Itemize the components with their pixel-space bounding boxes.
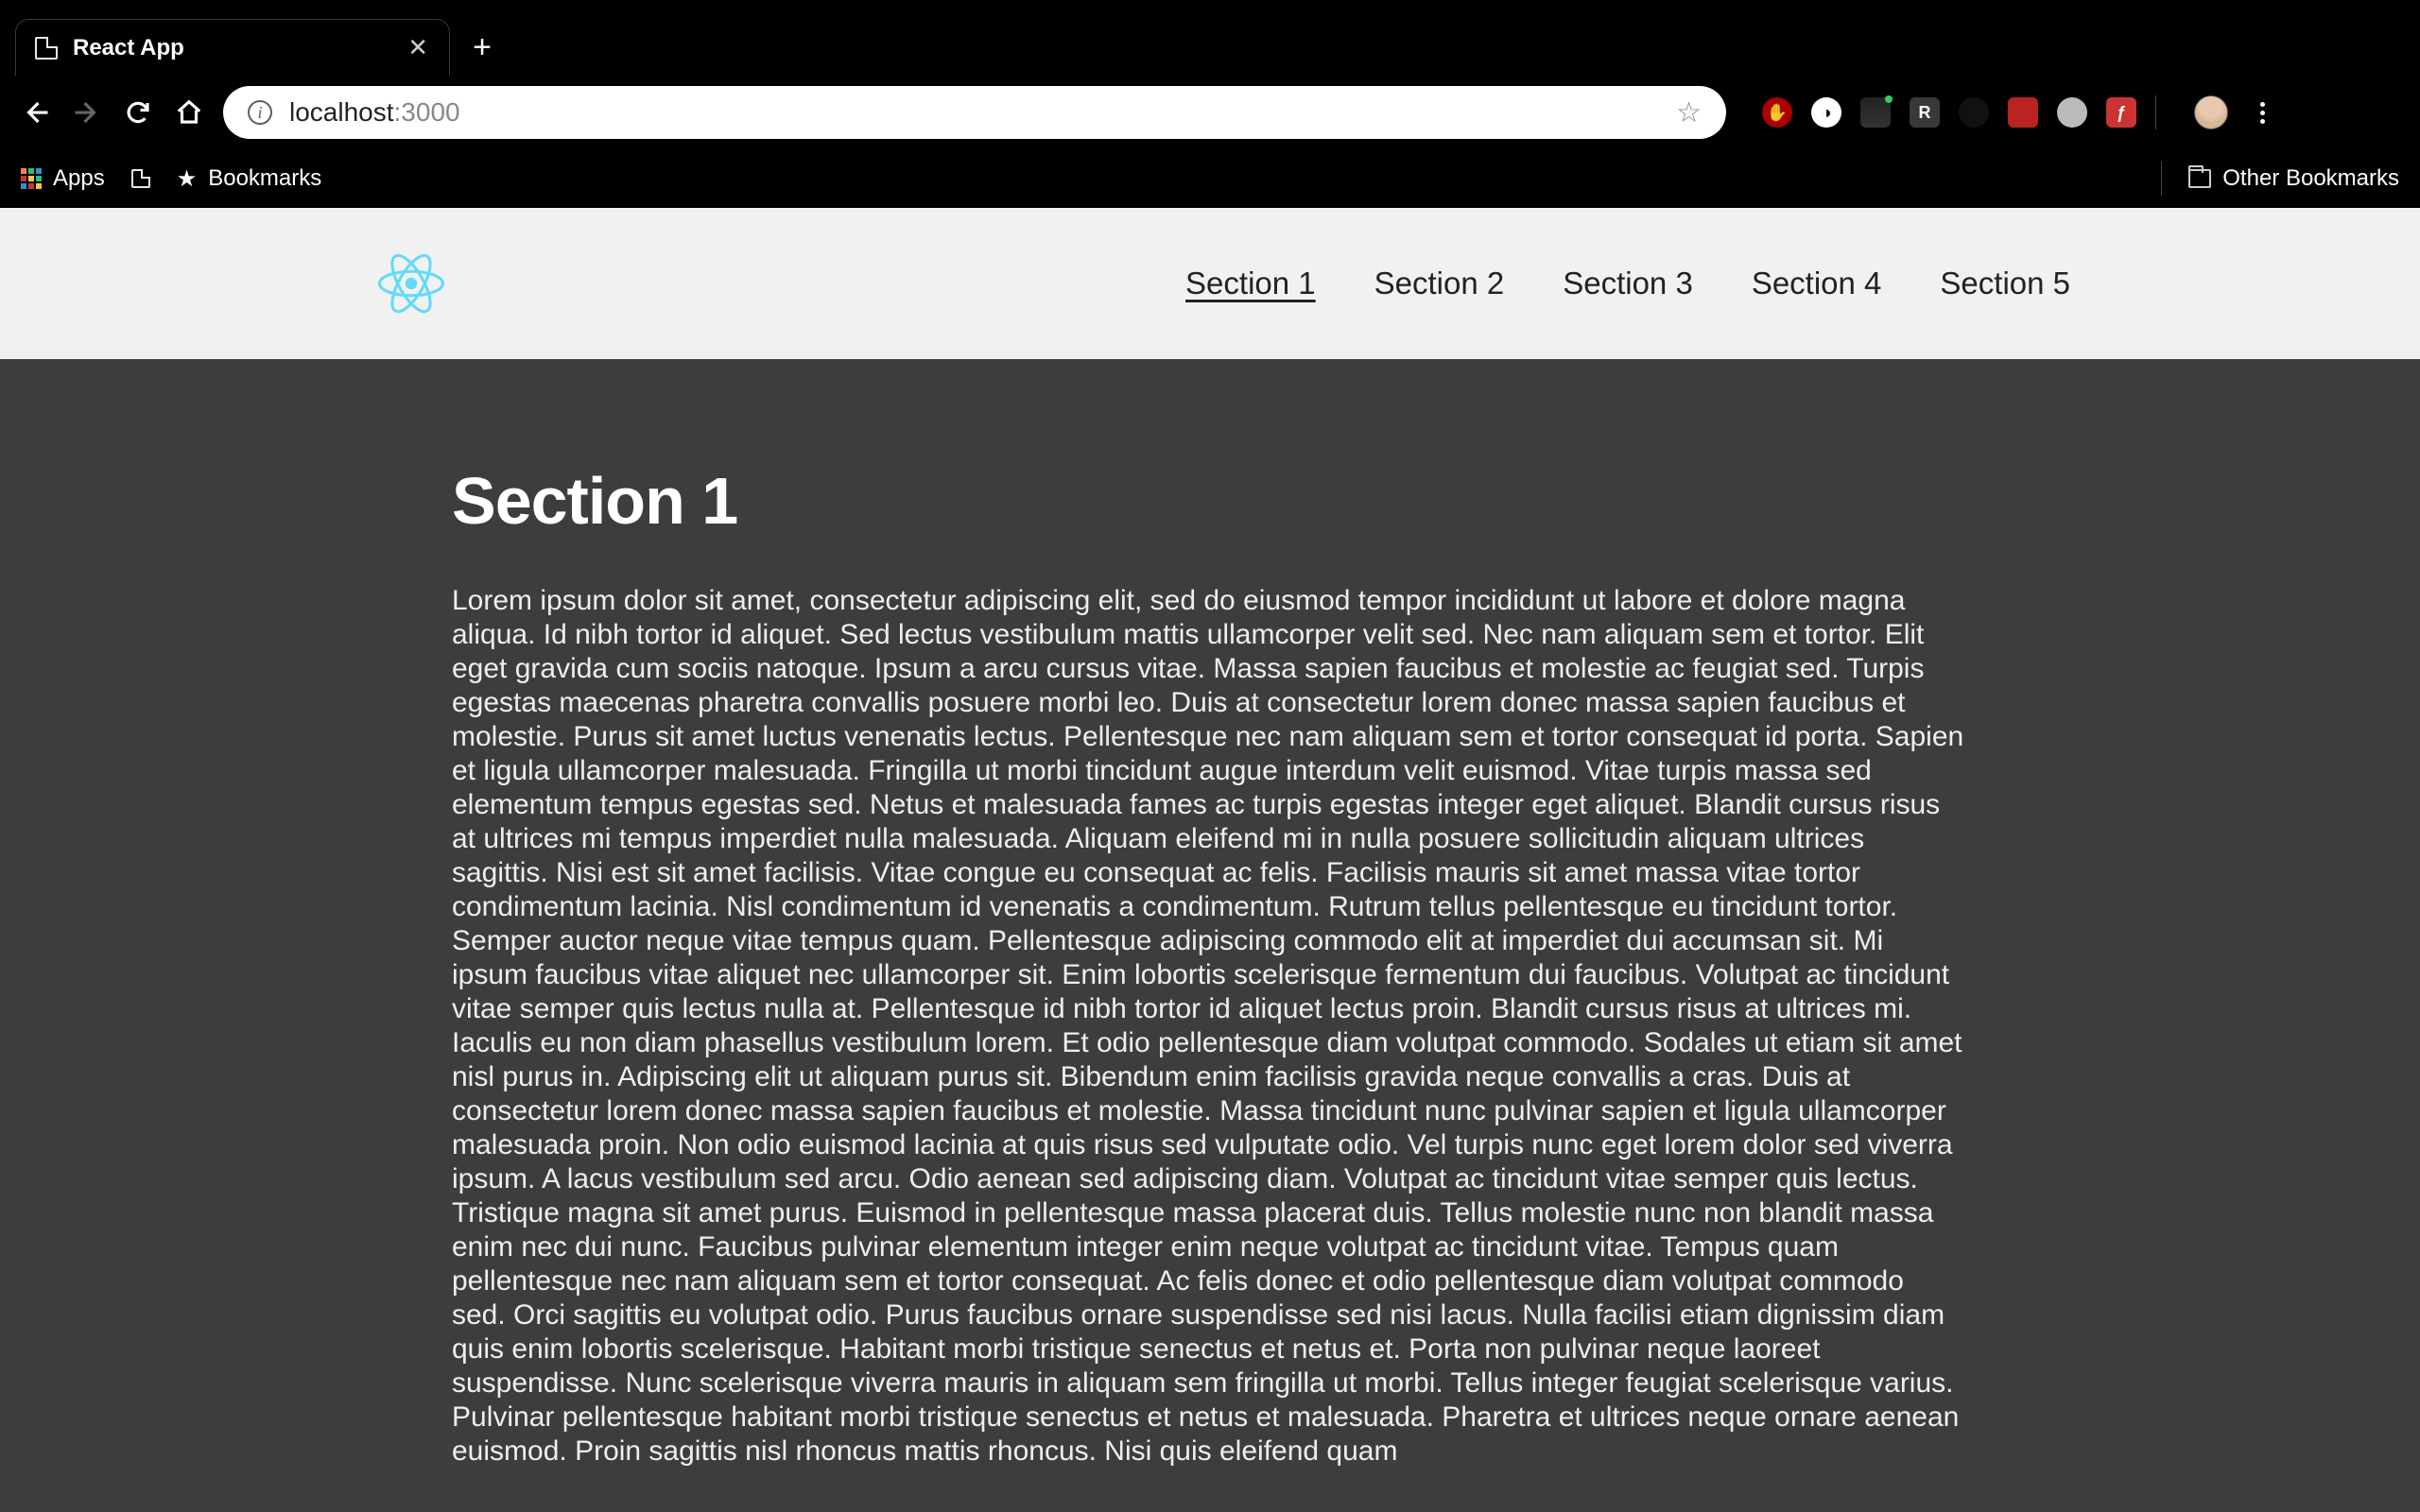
home-icon bbox=[175, 98, 203, 127]
other-bookmarks[interactable]: Other Bookmarks bbox=[2188, 165, 2399, 192]
nav-link-section-4[interactable]: Section 4 bbox=[1752, 266, 1882, 301]
reload-icon bbox=[124, 98, 152, 127]
close-tab-button[interactable]: ✕ bbox=[407, 33, 428, 62]
folder-icon bbox=[2188, 169, 2211, 188]
reload-button[interactable] bbox=[121, 95, 155, 129]
section-body: Lorem ipsum dolor sit amet, consectetur … bbox=[452, 584, 1964, 1469]
bookmarks-bar: Apps ★ Bookmarks Other Bookmarks bbox=[0, 149, 2420, 208]
nav-link-section-2[interactable]: Section 2 bbox=[1374, 266, 1505, 301]
extension-icon[interactable] bbox=[1959, 97, 1989, 128]
site-navbar: Section 1 Section 2 Section 3 Section 4 … bbox=[0, 208, 2420, 359]
apps-shortcut[interactable]: Apps bbox=[21, 165, 105, 192]
section-heading: Section 1 bbox=[452, 463, 1964, 539]
browser-tab[interactable]: React App ✕ bbox=[15, 19, 450, 76]
star-icon: ★ bbox=[177, 165, 198, 193]
react-logo[interactable] bbox=[378, 250, 444, 317]
bookmark-item[interactable] bbox=[131, 169, 150, 188]
page-content: Section 1 Lorem ipsum dolor sit amet, co… bbox=[0, 359, 2420, 1512]
url-text: localhost:3000 bbox=[289, 97, 1659, 128]
tab-title: React App bbox=[73, 35, 392, 61]
apps-icon bbox=[21, 168, 42, 189]
back-button[interactable] bbox=[19, 95, 53, 129]
browser-toolbar: i localhost:3000 ☆ ✋ ◑ R ƒ bbox=[0, 76, 2420, 149]
bookmarks-folder[interactable]: ★ Bookmarks bbox=[177, 165, 322, 193]
nav-link-section-5[interactable]: Section 5 bbox=[1940, 266, 2070, 301]
profile-avatar[interactable] bbox=[2194, 95, 2228, 129]
extension-icon[interactable] bbox=[2008, 97, 2038, 128]
extension-icon[interactable]: ƒ bbox=[2106, 97, 2136, 128]
extension-icon[interactable] bbox=[1860, 97, 1891, 128]
bookmarks-label: Bookmarks bbox=[208, 165, 321, 192]
extension-icon[interactable]: R bbox=[1910, 97, 1940, 128]
browser-menu-button[interactable] bbox=[2247, 102, 2277, 124]
extension-icon[interactable]: ◑ bbox=[1811, 97, 1841, 128]
extensions-row: ✋ ◑ R ƒ bbox=[1762, 95, 2277, 129]
new-tab-button[interactable]: + bbox=[461, 26, 503, 68]
home-button[interactable] bbox=[172, 95, 206, 129]
separator bbox=[2155, 95, 2156, 129]
tab-strip: React App ✕ + bbox=[0, 0, 2420, 76]
page-viewport: Section 1 Section 2 Section 3 Section 4 … bbox=[0, 208, 2420, 1512]
arrow-left-icon bbox=[22, 98, 50, 127]
page-icon bbox=[35, 37, 58, 60]
forward-button[interactable] bbox=[70, 95, 104, 129]
bookmark-star-icon[interactable]: ☆ bbox=[1676, 96, 1702, 129]
arrow-right-icon bbox=[73, 98, 101, 127]
extension-icon[interactable] bbox=[2057, 97, 2087, 128]
nav-link-section-3[interactable]: Section 3 bbox=[1563, 266, 1693, 301]
separator bbox=[2161, 162, 2162, 196]
nav-link-section-1[interactable]: Section 1 bbox=[1185, 266, 1316, 301]
page-icon bbox=[131, 169, 150, 188]
extension-icon[interactable]: ✋ bbox=[1762, 97, 1792, 128]
site-info-icon[interactable]: i bbox=[248, 100, 272, 125]
browser-chrome: React App ✕ + i localhost:3000 ☆ ✋ ◑ bbox=[0, 0, 2420, 208]
other-bookmarks-label: Other Bookmarks bbox=[2222, 165, 2399, 192]
nav-links: Section 1 Section 2 Section 3 Section 4 … bbox=[1185, 266, 2070, 301]
react-logo-icon bbox=[378, 250, 444, 317]
address-bar[interactable]: i localhost:3000 ☆ bbox=[223, 86, 1726, 139]
apps-label: Apps bbox=[53, 165, 105, 192]
